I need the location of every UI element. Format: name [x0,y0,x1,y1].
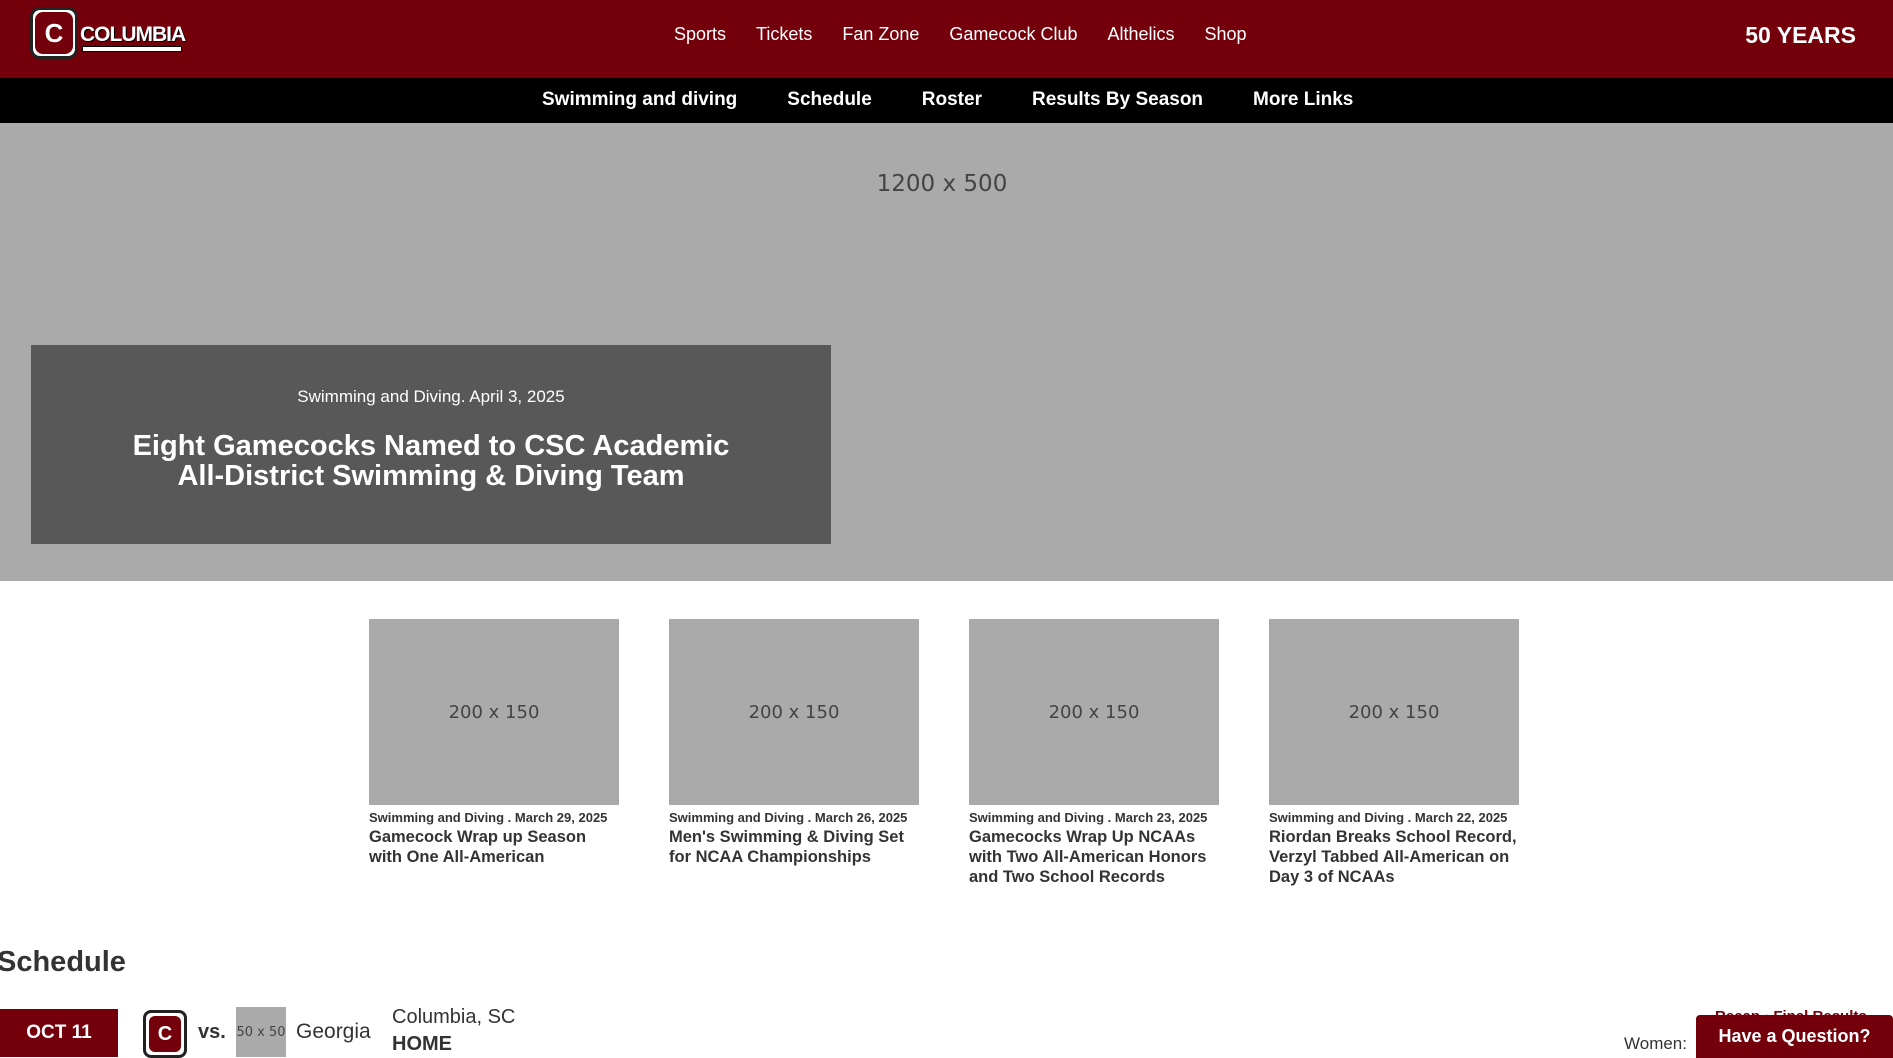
logo-subtext [82,46,182,52]
gamecock-team-icon: C [143,1010,187,1058]
event-location: Columbia, SC [392,1006,516,1028]
nav-sports[interactable]: Sports [674,24,726,45]
news-meta: Swimming and Diving . March 26, 2025 [669,810,908,825]
gamecock-logo-icon: C [30,7,78,59]
news-title[interactable]: Gamecock Wrap up Season with One All-Ame… [369,827,619,867]
subnav-results-by-season[interactable]: Results By Season [1032,89,1203,111]
event-date-badge: OCT 11 [0,1009,118,1057]
news-meta: Swimming and Diving . March 23, 2025 [969,810,1208,825]
event-result: Women: [1624,1034,1687,1053]
news-title[interactable]: Riordan Breaks School Record, Verzyl Tab… [1269,827,1519,887]
opponent-logo-placeholder: 50 x 50 [236,1007,286,1057]
nav-athletics[interactable]: Althelics [1107,24,1174,45]
news-item[interactable]: 200 x 150 Swimming and Diving . March 22… [1269,619,1519,887]
news-item[interactable]: 200 x 150 Swimming and Diving . March 29… [369,619,619,887]
news-meta: Swimming and Diving . March 22, 2025 [1269,810,1508,825]
nav-fan-zone[interactable]: Fan Zone [842,24,919,45]
news-thumbnail[interactable]: 200 x 150 [669,619,919,805]
hero-story-card[interactable]: Swimming and Diving. April 3, 2025 Eight… [31,345,831,544]
subnav-swimming-diving[interactable]: Swimming and diving [542,89,737,111]
news-meta: Swimming and Diving . March 29, 2025 [369,810,608,825]
site-logo[interactable]: C COLUMBIA [30,7,186,59]
have-a-question-button[interactable]: Have a Question? [1696,1015,1893,1058]
subnav-more-links[interactable]: More Links [1253,89,1353,111]
main-nav: Sports Tickets Fan Zone Gamecock Club Al… [674,24,1277,45]
hero-story-title[interactable]: Eight Gamecocks Named to CSC Academic Al… [111,431,751,491]
versus-label: vs. [198,1021,226,1043]
fifty-years-label[interactable]: 50 YEARS [1745,22,1856,49]
event-home-away: HOME [392,1033,452,1055]
sport-subnav: Swimming and diving Schedule Roster Resu… [0,78,1893,123]
opponent-name[interactable]: Georgia [296,1020,371,1044]
hero-story-meta: Swimming and Diving. April 3, 2025 [297,387,565,406]
subnav-roster[interactable]: Roster [922,89,982,111]
schedule-heading: Schedule [0,946,126,978]
top-header: C COLUMBIA Sports Tickets Fan Zone Gamec… [0,0,1893,78]
hero-banner[interactable]: 1200 x 500 Swimming and Diving. April 3,… [0,123,1893,581]
news-title[interactable]: Men's Swimming & Diving Set for NCAA Cha… [669,827,919,867]
nav-tickets[interactable]: Tickets [756,24,812,45]
news-thumbnail[interactable]: 200 x 150 [369,619,619,805]
subnav-schedule[interactable]: Schedule [787,89,871,111]
nav-shop[interactable]: Shop [1205,24,1247,45]
news-title[interactable]: Gamecocks Wrap Up NCAAs with Two All-Ame… [969,827,1219,887]
news-list: 200 x 150 Swimming and Diving . March 29… [369,619,1569,887]
hero-image-placeholder: 1200 x 500 [876,171,1008,197]
news-item[interactable]: 200 x 150 Swimming and Diving . March 26… [669,619,919,887]
news-item[interactable]: 200 x 150 Swimming and Diving . March 23… [969,619,1219,887]
news-thumbnail[interactable]: 200 x 150 [1269,619,1519,805]
logo-text: COLUMBIA [80,23,186,46]
nav-gamecock-club[interactable]: Gamecock Club [949,24,1077,45]
news-thumbnail[interactable]: 200 x 150 [969,619,1219,805]
